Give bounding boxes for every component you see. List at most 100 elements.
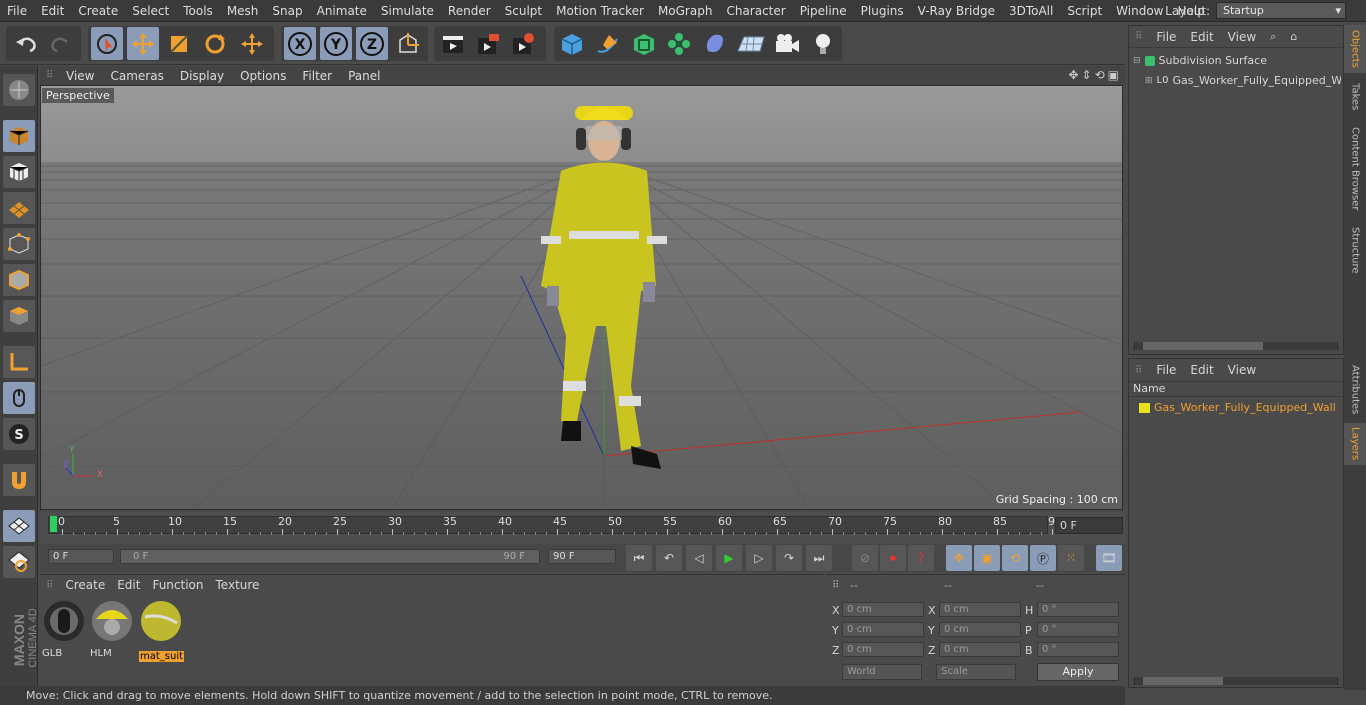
apply-button[interactable]: Apply: [1037, 663, 1119, 681]
menu-simulate[interactable]: Simulate: [374, 4, 441, 18]
tweak-mode-icon[interactable]: [3, 382, 35, 414]
object-item-subdivision[interactable]: ⊟ Subdivision Surface: [1133, 54, 1267, 67]
frame-range-slider[interactable]: 0 F 90 F: [120, 549, 540, 564]
viewport-menu-filter[interactable]: Filter: [294, 69, 340, 83]
home-icon[interactable]: ⌂: [1290, 30, 1297, 43]
tab-layers[interactable]: Layers: [1344, 423, 1366, 465]
timeline-ruler[interactable]: 051015202530354045505560657075808590 0 F: [40, 512, 1125, 544]
material-menu-create[interactable]: Create: [65, 578, 105, 592]
key-position-icon[interactable]: ✥: [946, 545, 972, 571]
viewport-menu-cameras[interactable]: Cameras: [102, 69, 171, 83]
menu-motion-tracker[interactable]: Motion Tracker: [549, 4, 651, 18]
key-scale-icon[interactable]: ▣: [974, 545, 1000, 571]
material-menu-function[interactable]: Function: [152, 578, 203, 592]
pen-spline-icon[interactable]: [592, 27, 624, 60]
snap-magnet-icon[interactable]: [3, 464, 35, 496]
record-keys-icon[interactable]: ⊘: [852, 545, 878, 571]
object-item-gas-worker[interactable]: ⊞ L0 Gas_Worker_Fully_Equipped_Wa: [1145, 74, 1341, 87]
cube-icon[interactable]: [556, 27, 588, 60]
goto-start-icon[interactable]: ⏮: [626, 545, 652, 571]
material-menu-edit[interactable]: Edit: [117, 578, 140, 592]
next-frame-icon[interactable]: ▷: [746, 545, 772, 571]
polygons-mode-icon[interactable]: [3, 300, 35, 332]
tree-expand-icon[interactable]: ⊞: [1145, 76, 1153, 86]
z-axis-lock-icon[interactable]: Z: [356, 27, 388, 60]
menu-pipeline[interactable]: Pipeline: [793, 4, 854, 18]
menu-plugins[interactable]: Plugins: [854, 4, 911, 18]
render-settings-icon[interactable]: [507, 27, 539, 60]
y-axis-lock-icon[interactable]: Y: [320, 27, 352, 60]
menu-create[interactable]: Create: [71, 4, 125, 18]
workplane-rotate-icon[interactable]: [3, 546, 35, 578]
rotate-view-icon[interactable]: ⟲: [1095, 68, 1105, 82]
play-icon[interactable]: ▶: [716, 545, 742, 571]
live-selection-icon[interactable]: [91, 27, 123, 60]
viewport-perspective[interactable]: Perspective Y X Z Grid Spacing : 100 cm: [40, 85, 1123, 510]
viewport-menu-panel[interactable]: Panel: [340, 69, 388, 83]
render-region-icon[interactable]: [472, 27, 504, 60]
menu-window[interactable]: Window: [1109, 4, 1170, 18]
layers-menu-edit[interactable]: Edit: [1190, 363, 1213, 377]
viewport-menu-display[interactable]: Display: [172, 69, 232, 83]
prev-frame-icon[interactable]: ◁: [686, 545, 712, 571]
solo-icon[interactable]: S: [3, 418, 35, 450]
menu-edit[interactable]: Edit: [34, 4, 71, 18]
objects-menu-edit[interactable]: Edit: [1190, 30, 1213, 44]
redo-icon[interactable]: [45, 27, 77, 60]
material-glb[interactable]: GLB: [42, 599, 86, 659]
viewport-menu-options[interactable]: Options: [232, 69, 294, 83]
key-pla-icon[interactable]: ⁙: [1058, 545, 1084, 571]
position-x-field[interactable]: 0 cm: [842, 602, 924, 617]
subdivision-icon[interactable]: [628, 27, 660, 60]
undo-icon[interactable]: [10, 27, 42, 60]
key-parameter-icon[interactable]: Ⓟ: [1030, 545, 1056, 571]
position-y-field[interactable]: 0 cm: [842, 622, 924, 637]
menu-script[interactable]: Script: [1060, 4, 1109, 18]
rotation-p-field[interactable]: 0 °: [1037, 622, 1119, 637]
menu-character[interactable]: Character: [719, 4, 792, 18]
goto-end-icon[interactable]: ⏭: [806, 545, 832, 571]
menu-snap[interactable]: Snap: [265, 4, 309, 18]
objects-scrollbar[interactable]: [1133, 342, 1339, 350]
menu-vray-bridge[interactable]: V-Ray Bridge: [911, 4, 1002, 18]
floor-icon[interactable]: [735, 27, 767, 60]
timeline-window-icon[interactable]: 🎞: [1096, 545, 1122, 571]
tab-attributes[interactable]: Attributes: [1344, 361, 1366, 419]
autokey-icon[interactable]: ⏺: [880, 545, 906, 571]
model-mode-icon[interactable]: [3, 120, 35, 152]
next-key-icon[interactable]: ↷: [776, 545, 802, 571]
camera-icon[interactable]: [771, 27, 803, 60]
render-view-icon[interactable]: [437, 27, 469, 60]
menu-mesh[interactable]: Mesh: [220, 4, 266, 18]
coordinate-system-icon[interactable]: [392, 27, 424, 60]
layers-scrollbar[interactable]: [1133, 677, 1339, 685]
size-y-field[interactable]: 0 cm: [939, 622, 1021, 637]
objects-menu-view[interactable]: View: [1228, 30, 1256, 44]
menu-render[interactable]: Render: [441, 4, 498, 18]
dolly-view-icon[interactable]: ⇕: [1082, 68, 1092, 82]
rotate-icon[interactable]: [199, 27, 231, 60]
keyframe-selection-icon[interactable]: ?: [908, 545, 934, 571]
objects-menu-file[interactable]: File: [1156, 30, 1176, 44]
size-x-field[interactable]: 0 cm: [939, 602, 1021, 617]
move-icon[interactable]: [127, 27, 159, 60]
axis-mode-icon[interactable]: [3, 346, 35, 378]
size-mode-dropdown[interactable]: Scale: [936, 664, 1016, 680]
points-mode-icon[interactable]: [3, 228, 35, 260]
material-mat-suit[interactable]: mat_suit: [139, 599, 185, 662]
menu-tools[interactable]: Tools: [176, 4, 220, 18]
material-hlm[interactable]: HLM: [90, 599, 134, 659]
menu-animate[interactable]: Animate: [310, 4, 374, 18]
layers-menu-view[interactable]: View: [1228, 363, 1256, 377]
prev-key-icon[interactable]: ↶: [656, 545, 682, 571]
current-frame-field[interactable]: 0 F: [1055, 517, 1123, 534]
menu-3dtoall[interactable]: 3DToAll: [1002, 4, 1060, 18]
size-z-field[interactable]: 0 cm: [939, 642, 1021, 657]
x-axis-lock-icon[interactable]: X: [284, 27, 316, 60]
mograph-cloner-icon[interactable]: [663, 27, 695, 60]
workplane-icon[interactable]: [3, 192, 35, 224]
maximize-view-icon[interactable]: ▣: [1108, 68, 1119, 82]
rotation-b-field[interactable]: 0 °: [1037, 642, 1119, 657]
viewport-menu-view[interactable]: View: [58, 69, 102, 83]
coordinate-mode-dropdown[interactable]: World: [842, 664, 922, 680]
